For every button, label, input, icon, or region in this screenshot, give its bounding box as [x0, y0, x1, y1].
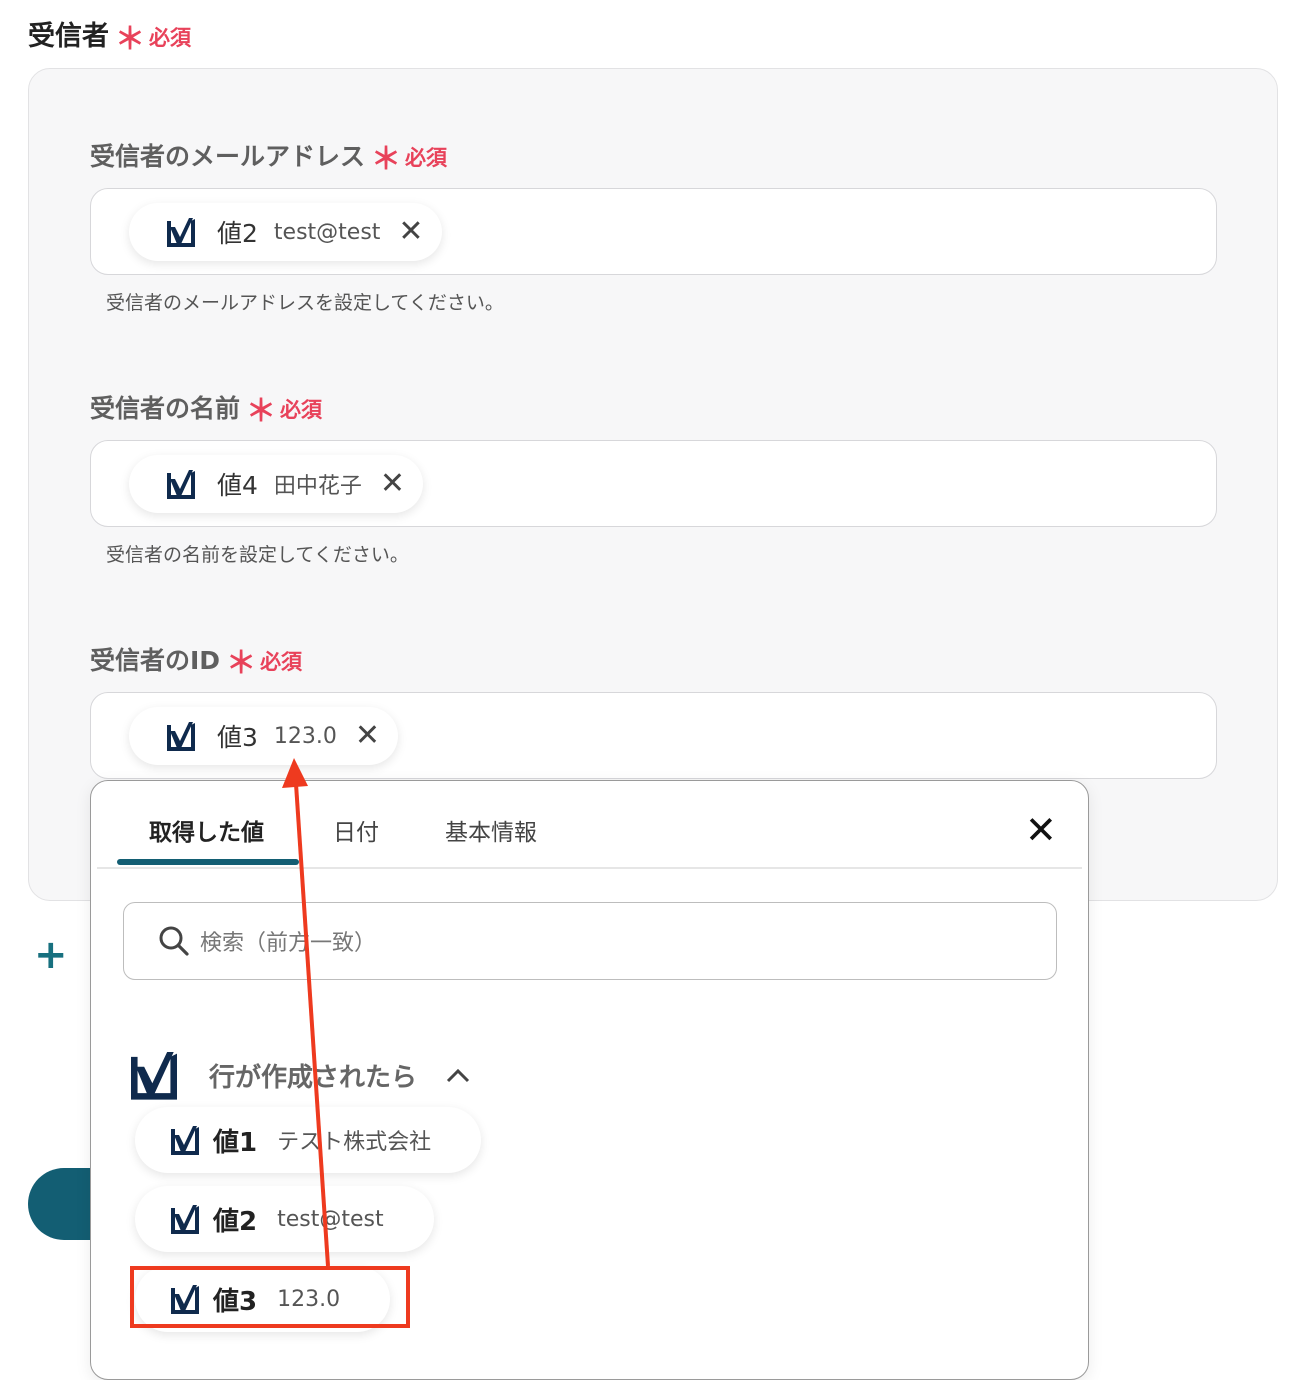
annotation-arrow	[282, 758, 330, 1267]
